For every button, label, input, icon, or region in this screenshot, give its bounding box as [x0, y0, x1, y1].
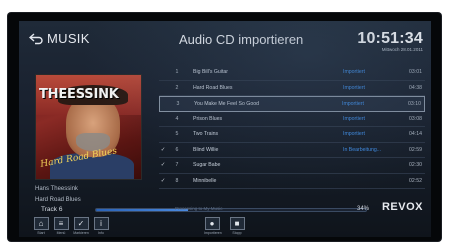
track-row[interactable]: ✓ 7 Sugar Babe 02:30: [159, 158, 425, 174]
track-list: 1 Big Bill's Guitar Importiert 03:01 2 Hard R…: [159, 65, 425, 189]
page-title: Audio CD importieren: [179, 32, 304, 47]
back-label: MUSIK: [47, 31, 90, 46]
track-row[interactable]: 3 You Make Me Feel So Good Importiert 03:10: [159, 96, 425, 112]
track-row[interactable]: ✓ 6 Blind Willie In Bearbeitung... 02:59: [159, 143, 425, 158]
clock-time: 10:51:34: [357, 30, 423, 47]
track-status: Importiert: [343, 69, 365, 76]
track-duration: 02:30: [409, 162, 422, 169]
track-title: Sugar Babe: [193, 162, 221, 169]
track-duration: 02:59: [409, 146, 422, 153]
album-name: Hard Road Blues: [35, 197, 81, 203]
track-number: 1: [175, 69, 179, 76]
track-row[interactable]: 1 Big Bill's Guitar Importiert 03:01: [159, 65, 425, 81]
track-title: Hard Road Blues: [193, 84, 233, 91]
album-cover: THEESSINK Hard Road Blues: [35, 74, 142, 180]
home-button[interactable]: ⌂ Start: [33, 217, 49, 235]
track-number: 6: [175, 146, 179, 153]
track-status: Importiert: [343, 84, 365, 91]
track-check: ✓: [160, 162, 166, 169]
track-check: ✓: [160, 177, 166, 184]
check-icon: ✓: [73, 217, 89, 230]
track-number: 5: [175, 131, 179, 138]
toolbar-left: ⌂ Start ≡ Menü ✓ Markieren i Info: [33, 217, 109, 235]
toolbar-label: Start: [37, 231, 45, 235]
info-button[interactable]: i Info: [93, 217, 109, 235]
track-row[interactable]: ✓ 8 Minnibelle 02:52: [159, 174, 425, 189]
track-title: Prison Blues: [193, 115, 223, 122]
info-icon: i: [93, 217, 109, 230]
back-button[interactable]: MUSIK: [29, 31, 90, 46]
import-progress: Track 6 Processing to My Music 34%: [35, 206, 387, 214]
back-arrow-icon: [29, 32, 43, 44]
track-duration: 03:10: [408, 100, 421, 107]
current-track-label: Track 6: [41, 206, 63, 213]
track-duration: 03:08: [409, 115, 422, 122]
track-number: 7: [175, 162, 179, 169]
track-row[interactable]: 5 Two Trains Importiert 04:14: [159, 127, 425, 143]
menu-button[interactable]: ≡ Menü: [53, 217, 69, 235]
track-duration: 04:14: [409, 131, 422, 138]
track-title: Blind Willie: [193, 146, 219, 153]
stop-button[interactable]: ■ Stopp: [229, 217, 245, 235]
progress-bar: [95, 208, 367, 212]
track-title: Minnibelle: [193, 177, 217, 184]
toolbar-label: Stopp: [232, 231, 242, 235]
track-status: Importiert: [343, 131, 365, 138]
track-number: 3: [176, 100, 180, 107]
home-icon: ⌂: [33, 217, 49, 230]
toolbar-label: Markieren: [73, 231, 89, 235]
track-status: Importiert: [342, 100, 364, 107]
stop-icon: ■: [229, 217, 245, 230]
toolbar-label: Menü: [56, 231, 66, 235]
track-row[interactable]: 2 Hard Road Blues Importiert 04:38: [159, 81, 425, 96]
record-button[interactable]: ● Importieren: [204, 217, 222, 235]
track-status: Importiert: [343, 115, 365, 122]
track-title: Two Trains: [193, 131, 219, 138]
track-duration: 04:38: [409, 84, 422, 91]
progress-percent: 34%: [357, 206, 370, 212]
toolbar-label: Info: [98, 231, 104, 235]
track-duration: 03:01: [409, 69, 422, 76]
track-title: You Make Me Feel So Good: [194, 100, 259, 107]
track-number: 2: [175, 84, 179, 91]
toolbar-label: Importieren: [204, 231, 222, 235]
track-status: In Bearbeitung...: [343, 146, 382, 153]
toolbar-center: ● Importieren ■ Stopp: [204, 217, 245, 235]
clock: 10:51:34 Mittwoch 28.01.2011: [357, 30, 423, 52]
track-row[interactable]: 4 Prison Blues Importiert 03:08: [159, 112, 425, 127]
track-number: 4: [175, 115, 179, 122]
screen: MUSIK Audio CD importieren 10:51:34 Mitt…: [19, 21, 431, 237]
cover-title: THEESSINK: [39, 87, 119, 102]
menu-icon: ≡: [53, 217, 69, 230]
progress-status: Processing to My Music: [175, 206, 223, 211]
artist-name: Hans Theessink: [35, 186, 78, 192]
track-title: Big Bill's Guitar: [193, 69, 229, 76]
track-number: 8: [175, 177, 179, 184]
check-button[interactable]: ✓ Markieren: [73, 217, 89, 235]
track-duration: 02:52: [409, 177, 422, 184]
record-icon: ●: [204, 217, 220, 230]
brand-logo: REVOX: [381, 201, 423, 213]
track-check: ✓: [160, 146, 166, 153]
